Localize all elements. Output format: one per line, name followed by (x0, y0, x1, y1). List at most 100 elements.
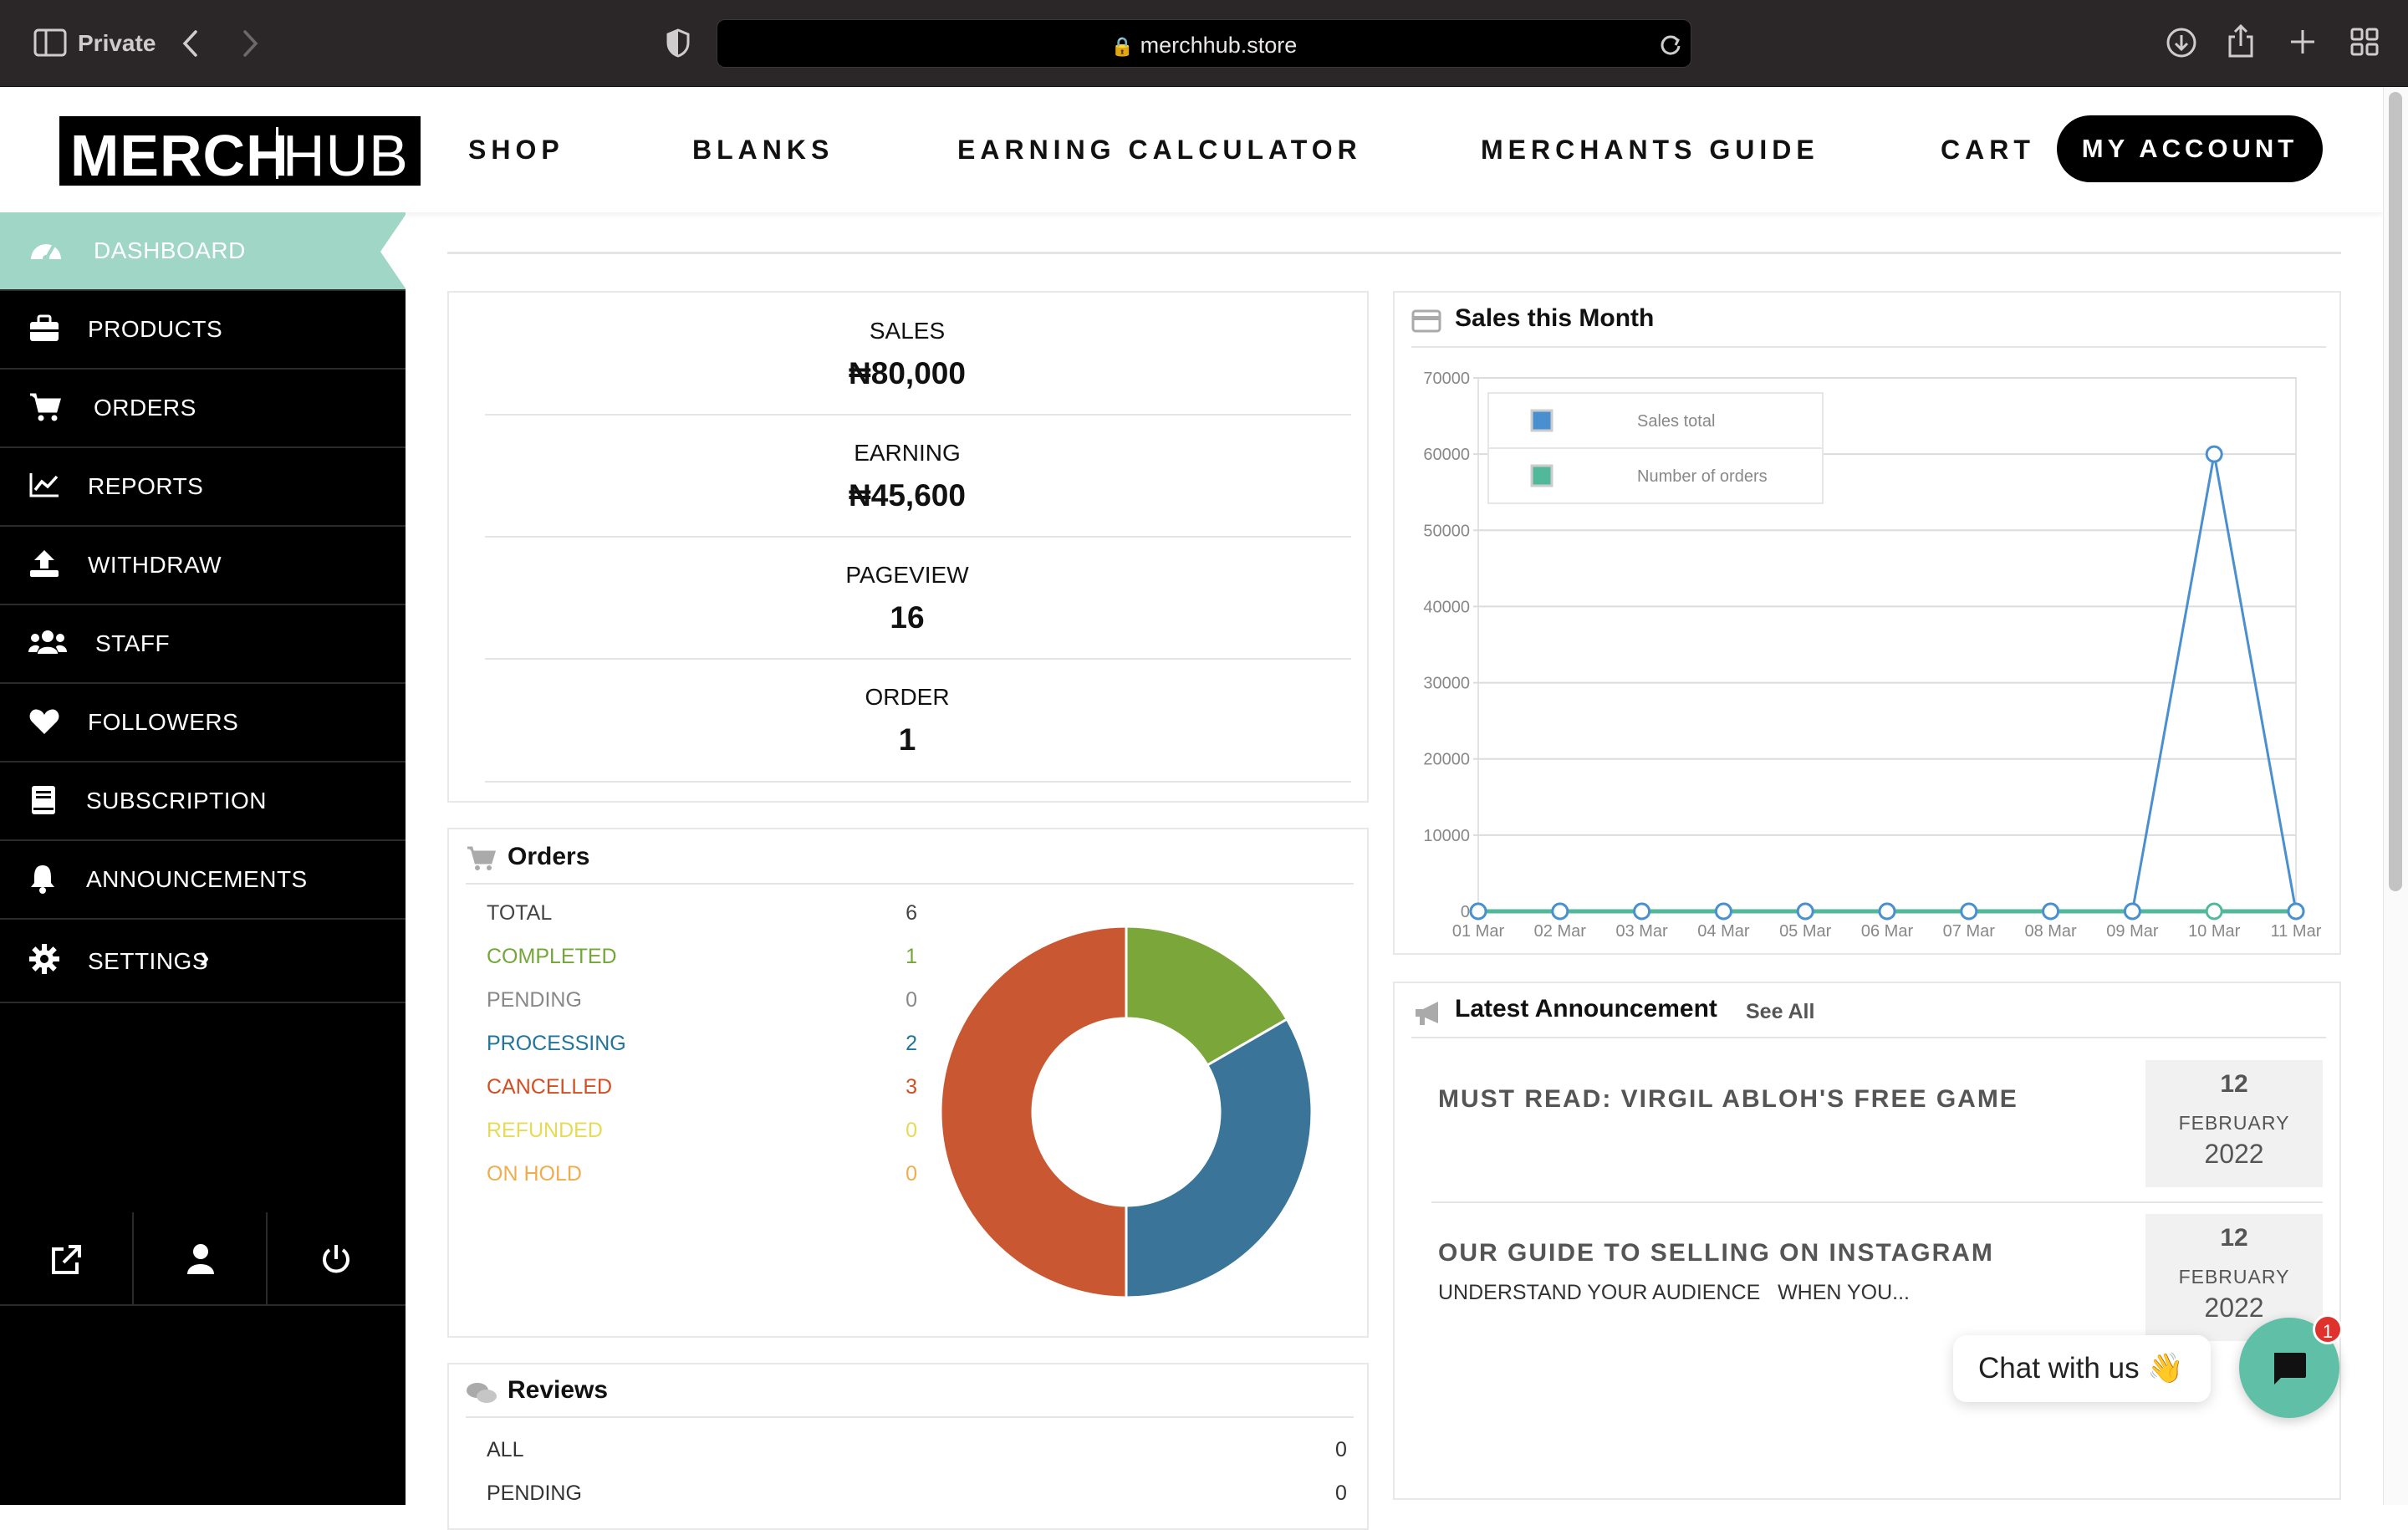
date-month: FEBRUARY (2145, 1112, 2323, 1135)
sidebar-toggle-icon[interactable] (33, 28, 67, 57)
nav-cart[interactable]: CART (1941, 135, 2035, 166)
sidebar-item-reports[interactable]: REPORTS (0, 448, 406, 527)
data-point-sales-total[interactable] (1962, 904, 1977, 919)
nav-blanks[interactable]: BLANKS (692, 135, 834, 166)
order-status-label-processing[interactable]: PROCESSING (487, 1032, 626, 1056)
data-point-sales-total[interactable] (2125, 904, 2140, 919)
order-status-value-pending: 0 (892, 988, 917, 1012)
sidebar-item-label: SUBSCRIPTION (86, 788, 267, 814)
sidebar-item-orders[interactable]: ORDERS (0, 370, 406, 448)
sidebar-item-withdraw[interactable]: WITHDRAW (0, 527, 406, 605)
credit-card-icon (1411, 309, 1441, 333)
legend-label[interactable]: Number of orders (1637, 467, 1768, 486)
announcement-title-1[interactable]: MUST READ: VIRGIL ABLOH'S FREE GAME (1438, 1085, 2018, 1114)
sidebar-item-subscription[interactable]: SUBSCRIPTION (0, 762, 406, 841)
order-status-value-cancelled: 3 (892, 1075, 917, 1099)
y-tick-label: 20000 (1423, 751, 1470, 769)
page-scrollbar-thumb[interactable] (2389, 92, 2402, 891)
stat-label-earning: EARNING (449, 440, 1365, 467)
see-all-link[interactable]: See All (1746, 1000, 1814, 1024)
reload-icon[interactable] (1659, 33, 1682, 56)
sales-line-chart: 01000020000300004000050000600007000001 M… (1395, 360, 2339, 945)
chat-unread-badge: 1 (2313, 1314, 2343, 1344)
legend-label[interactable]: Sales total (1637, 412, 1715, 431)
gear-icon (28, 943, 60, 975)
shield-icon[interactable] (666, 28, 691, 58)
data-point-sales-total[interactable] (1798, 904, 1813, 919)
stat-value-pageview: 16 (449, 600, 1365, 635)
donut-slice-cancelled[interactable] (941, 926, 1126, 1298)
data-point-sales-total[interactable] (2206, 446, 2222, 462)
my-account-button[interactable]: MY ACCOUNT (2057, 115, 2323, 182)
sidebar-item-label: ORDERS (94, 395, 196, 421)
logout-button[interactable] (268, 1212, 406, 1306)
announcement-divider (1431, 1201, 2323, 1203)
forward-icon[interactable] (240, 28, 260, 59)
chart-line-icon (28, 472, 60, 498)
order-status-label-cancelled[interactable]: CANCELLED (487, 1075, 612, 1099)
order-status-label-total[interactable]: TOTAL (487, 901, 552, 926)
order-status-label-on-hold[interactable]: ON HOLD (487, 1162, 582, 1186)
nav-shop[interactable]: SHOP (468, 135, 564, 166)
briefcase-icon (28, 314, 60, 343)
announcement-excerpt-2: UNDERSTAND YOUR AUDIENCE WHEN YOU... (1438, 1281, 1910, 1305)
data-point-sales-total[interactable] (2288, 904, 2303, 919)
x-tick-label: 07 Mar (1943, 922, 1996, 941)
data-point-number-of-orders[interactable] (2206, 904, 2222, 919)
reviews-label-pending[interactable]: PENDING (487, 1482, 582, 1506)
data-point-sales-total[interactable] (1716, 904, 1731, 919)
heart-icon (28, 707, 60, 736)
edit-profile-button[interactable] (134, 1212, 268, 1306)
merchhub-logo[interactable]: MERCH HUB (59, 116, 421, 186)
sidebar-item-products[interactable]: PRODUCTS (0, 291, 406, 370)
tab-overview-icon[interactable] (2349, 27, 2380, 57)
announcement-title-2[interactable]: OUR GUIDE TO SELLING ON INSTAGRAM (1438, 1239, 1994, 1267)
announcements-title: Latest Announcement (1455, 995, 1717, 1023)
orders-donut-chart (934, 920, 1319, 1304)
nav-earning-calculator[interactable]: EARNING CALCULATOR (957, 135, 1362, 166)
reviews-panel: Reviews ALL 0 PENDING 0 (447, 1363, 1369, 1530)
dashboard-sidebar: DASHBOARD PRODUCTS ORDERS REPORTS WITHDR… (0, 212, 406, 1505)
data-point-sales-total[interactable] (2043, 904, 2059, 919)
nav-merchants-guide[interactable]: MERCHANTS GUIDE (1481, 135, 1819, 166)
data-point-sales-total[interactable] (1553, 904, 1568, 919)
reviews-value-pending: 0 (1335, 1482, 1347, 1506)
sidebar-item-announcements[interactable]: ANNOUNCEMENTS (0, 841, 406, 920)
address-bar[interactable]: 🔒 merchhub.store (717, 19, 1691, 68)
sidebar-item-label: SETTINGS (88, 948, 208, 975)
x-tick-label: 02 Mar (1534, 922, 1587, 941)
legend-swatch (1532, 411, 1552, 431)
sidebar-item-label: REPORTS (88, 473, 203, 500)
download-icon[interactable] (2166, 27, 2197, 59)
x-tick-label: 05 Mar (1779, 922, 1832, 941)
order-status-label-completed[interactable]: COMPLETED (487, 945, 617, 969)
data-point-sales-total[interactable] (1471, 904, 1486, 919)
dashboard-icon (28, 234, 64, 264)
stat-label-order: ORDER (449, 684, 1365, 711)
order-status-label-refunded[interactable]: REFUNDED (487, 1119, 603, 1143)
sidebar-item-settings[interactable]: SETTINGS › (0, 920, 406, 1003)
chat-with-us-bubble[interactable]: Chat with us 👋 (1953, 1335, 2211, 1402)
share-icon[interactable] (2227, 23, 2255, 59)
upload-icon (28, 548, 60, 579)
new-tab-icon[interactable] (2288, 27, 2318, 57)
sidebar-item-followers[interactable]: FOLLOWERS (0, 684, 406, 762)
reviews-label-all[interactable]: ALL (487, 1438, 523, 1462)
order-status-value-refunded: 0 (892, 1119, 917, 1143)
private-mode-label: Private (78, 30, 156, 57)
back-icon[interactable] (181, 28, 201, 59)
data-point-sales-total[interactable] (1635, 904, 1650, 919)
donut-slice-processing[interactable] (1126, 1019, 1312, 1298)
announcements-title-divider (1411, 1037, 2326, 1038)
data-point-sales-total[interactable] (1880, 904, 1895, 919)
order-status-label-pending[interactable]: PENDING (487, 988, 582, 1012)
visit-store-button[interactable] (0, 1212, 134, 1306)
sidebar-item-label: ANNOUNCEMENTS (86, 866, 308, 893)
order-status-value-total: 6 (892, 901, 917, 926)
y-tick-label: 30000 (1423, 675, 1470, 693)
sidebar-item-staff[interactable]: STAFF (0, 605, 406, 684)
sidebar-item-label: FOLLOWERS (88, 709, 238, 736)
stat-divider (485, 414, 1351, 416)
external-link-icon (50, 1244, 82, 1276)
sidebar-item-dashboard[interactable]: DASHBOARD (0, 212, 406, 291)
